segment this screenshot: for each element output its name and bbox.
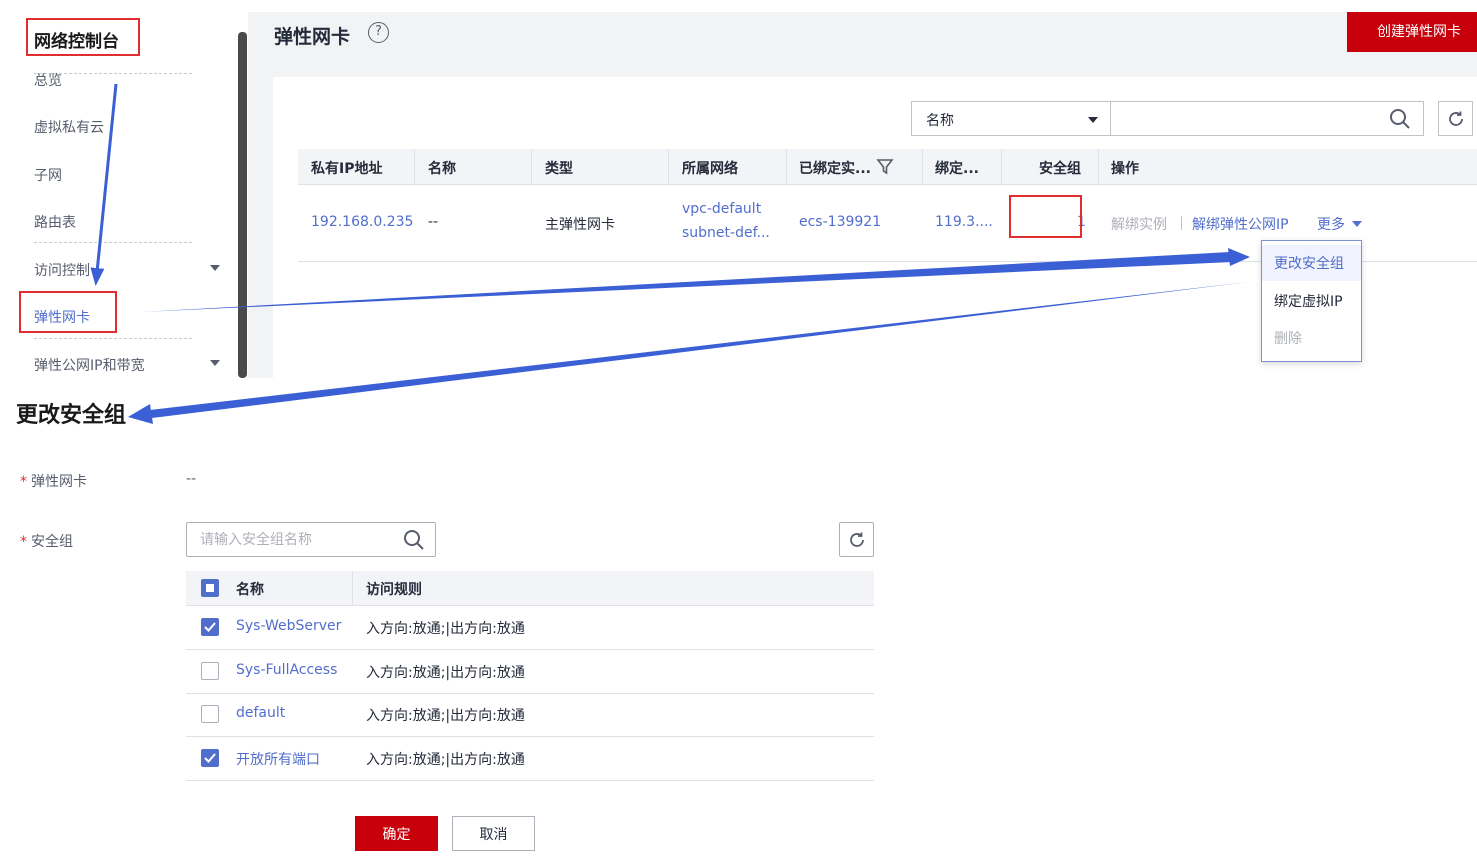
sidebar-item-eip-bandwidth[interactable]: 弹性公网IP和带宽 [34, 355, 220, 375]
table-row[interactable]: Sys-FullAccess 入方向:放通;|出方向:放通 [186, 650, 874, 694]
refresh-icon [850, 532, 864, 547]
column-divider [352, 571, 353, 606]
cancel-button[interactable]: 取消 [452, 816, 535, 851]
chevron-down-icon [210, 265, 220, 271]
chevron-down-icon[interactable] [1352, 221, 1362, 227]
refresh-icon [1449, 111, 1463, 126]
column-header[interactable]: 私有IP地址 [311, 158, 382, 178]
arrow-menu-to-dialog-head [128, 404, 153, 424]
security-group-rule: 入方向:放通;|出方向:放通 [366, 621, 525, 637]
dialog-title: 更改安全组 [16, 403, 127, 428]
help-icon[interactable]: ? [368, 22, 389, 43]
refresh-button[interactable] [1438, 101, 1473, 136]
filter-select-value: 名称 [926, 113, 954, 129]
eni-table-header: 私有IP地址 名称 类型 所属网络 已绑定实... 绑定... 安全组 操作 [298, 149, 1477, 185]
required-mark: * [20, 534, 27, 550]
security-group-rule: 入方向:放通;|出方向:放通 [366, 708, 525, 724]
sidebar-divider [34, 242, 192, 243]
chevron-down-icon [210, 360, 220, 366]
menu-item-delete: 删除 [1274, 331, 1302, 347]
column-divider [1098, 149, 1099, 185]
column-header: 操作 [1111, 161, 1139, 177]
highlight-box-eni [19, 291, 117, 333]
security-group-name-link[interactable]: Sys-FullAccess [236, 662, 337, 678]
eni-type: 主弹性网卡 [545, 217, 615, 233]
required-mark: * [20, 474, 27, 490]
security-group-rule: 入方向:放通;|出方向:放通 [366, 752, 525, 768]
filter-icon[interactable] [876, 158, 894, 180]
column-header[interactable]: 绑定... [935, 158, 979, 178]
row-checkbox[interactable] [201, 749, 219, 767]
security-group-table-header: 名称 访问规则 [186, 571, 874, 606]
sidebar-item-label: 弹性公网IP和带宽 [34, 358, 145, 374]
sidebar-item-vpc[interactable]: 虚拟私有云 [34, 117, 104, 137]
highlight-box-more [1009, 195, 1082, 238]
filter-search-input[interactable] [1110, 101, 1424, 136]
eni-name: -- [428, 214, 439, 230]
column-divider [922, 149, 923, 185]
table-row[interactable]: 开放所有端口 入方向:放通;|出方向:放通 [186, 737, 874, 781]
search-icon[interactable] [403, 529, 425, 555]
row-checkbox[interactable] [201, 662, 219, 680]
table-row[interactable]: default 入方向:放通;|出方向:放通 [186, 693, 874, 737]
bound-ip-link[interactable]: 119.3.... [935, 214, 993, 230]
column-header[interactable]: 所属网络 [682, 158, 738, 178]
eni-field-value: -- [186, 471, 197, 487]
column-header[interactable]: 已绑定实... [799, 158, 871, 178]
eni-label-text: 弹性网卡 [31, 474, 87, 490]
sidebar-item-label: 访问控制 [34, 263, 90, 279]
menu-item-change-security-group[interactable]: 更改安全组 [1262, 245, 1361, 281]
sidebar-item-route-table[interactable]: 路由表 [34, 212, 76, 232]
column-divider [786, 149, 787, 185]
sidebar-scrollbar[interactable] [238, 32, 247, 378]
confirm-button[interactable]: 确定 [355, 816, 438, 851]
page-title: 弹性网卡 [274, 26, 351, 48]
sidebar-item-access-control[interactable]: 访问控制 [34, 260, 220, 280]
table-row[interactable]: Sys-WebServer 入方向:放通;|出方向:放通 [186, 606, 874, 650]
more-actions-button[interactable]: 更多 [1317, 214, 1345, 234]
column-header[interactable]: 类型 [545, 158, 573, 178]
security-group-name-link[interactable]: default [236, 705, 285, 721]
column-header[interactable]: 安全组 [1039, 158, 1081, 178]
unbind-instance-button[interactable]: 解绑实例 [1111, 214, 1167, 234]
filter-attribute-select[interactable]: 名称 [911, 101, 1111, 136]
private-ip-link[interactable]: 192.168.0.235 [311, 214, 413, 230]
column-divider [414, 149, 415, 185]
select-all-checkbox[interactable] [201, 579, 219, 597]
security-group-search [186, 522, 436, 557]
column-header: 访问规则 [366, 582, 422, 598]
row-checkbox[interactable] [201, 618, 219, 636]
security-group-name-link[interactable]: Sys-WebServer [236, 618, 341, 634]
menu-item-bind-virtual-ip[interactable]: 绑定虚拟IP [1262, 283, 1361, 319]
security-group-rule: 入方向:放通;|出方向:放通 [366, 665, 525, 681]
subnet-link[interactable]: subnet-def... [682, 225, 770, 241]
chevron-down-icon [1088, 117, 1098, 123]
eni-field-label: * 弹性网卡 [20, 471, 87, 491]
sidebar-item-subnet[interactable]: 子网 [34, 165, 62, 185]
sidebar-item-overview[interactable]: 总览 [34, 70, 62, 90]
sidebar-divider [34, 338, 192, 339]
security-group-refresh-button[interactable] [839, 522, 874, 557]
vpc-link[interactable]: vpc-default [682, 201, 761, 217]
column-divider [531, 149, 532, 185]
column-header[interactable]: 名称 [428, 158, 456, 178]
action-divider [1181, 216, 1182, 230]
create-eni-button[interactable]: 创建弹性网卡 [1347, 12, 1477, 52]
column-divider [668, 149, 669, 185]
security-group-label-text: 安全组 [31, 534, 73, 550]
unbind-eip-button[interactable]: 解绑弹性公网IP [1192, 214, 1289, 234]
security-group-search-input[interactable] [188, 524, 393, 555]
bound-instance-link[interactable]: ecs-139921 [799, 214, 881, 230]
column-header: 名称 [236, 582, 264, 598]
row-checkbox[interactable] [201, 705, 219, 723]
security-group-name-link[interactable]: 开放所有端口 [236, 749, 320, 769]
more-actions-menu: 更改安全组 绑定虚拟IP 删除 [1261, 240, 1362, 362]
search-icon[interactable] [1389, 108, 1411, 134]
console-title: 网络控制台 [26, 18, 140, 56]
security-group-field-label: * 安全组 [20, 531, 73, 551]
column-divider [1001, 149, 1002, 185]
